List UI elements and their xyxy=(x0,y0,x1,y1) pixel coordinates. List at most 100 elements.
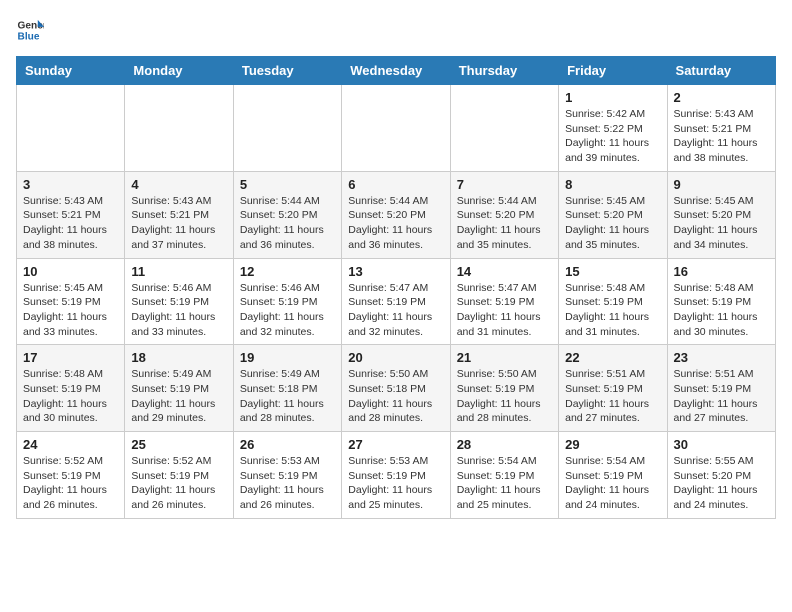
day-info: Sunrise: 5:50 AMSunset: 5:18 PMDaylight:… xyxy=(348,367,443,426)
calendar-cell: 8 Sunrise: 5:45 AMSunset: 5:20 PMDaylight… xyxy=(559,171,667,258)
day-number: 24 xyxy=(23,437,118,452)
calendar-cell: 15 Sunrise: 5:48 AMSunset: 5:19 PMDayligh… xyxy=(559,258,667,345)
day-number: 17 xyxy=(23,350,118,365)
day-number: 25 xyxy=(131,437,226,452)
day-info: Sunrise: 5:54 AMSunset: 5:19 PMDaylight:… xyxy=(457,454,552,513)
calendar-cell xyxy=(342,85,450,172)
day-number: 28 xyxy=(457,437,552,452)
weekday-header-sunday: Sunday xyxy=(17,57,125,85)
calendar-cell: 29 Sunrise: 5:54 AMSunset: 5:19 PMDayligh… xyxy=(559,432,667,519)
day-info: Sunrise: 5:52 AMSunset: 5:19 PMDaylight:… xyxy=(131,454,226,513)
calendar-cell xyxy=(233,85,341,172)
weekday-header-monday: Monday xyxy=(125,57,233,85)
day-number: 29 xyxy=(565,437,660,452)
day-info: Sunrise: 5:48 AMSunset: 5:19 PMDaylight:… xyxy=(674,281,769,340)
day-info: Sunrise: 5:42 AMSunset: 5:22 PMDaylight:… xyxy=(565,107,660,166)
weekday-header-tuesday: Tuesday xyxy=(233,57,341,85)
day-info: Sunrise: 5:49 AMSunset: 5:18 PMDaylight:… xyxy=(240,367,335,426)
day-info: Sunrise: 5:44 AMSunset: 5:20 PMDaylight:… xyxy=(240,194,335,253)
day-number: 26 xyxy=(240,437,335,452)
day-number: 4 xyxy=(131,177,226,192)
day-info: Sunrise: 5:52 AMSunset: 5:19 PMDaylight:… xyxy=(23,454,118,513)
calendar-cell: 22Sunrise: 5:51 AMSunset: 5:19 PMDayligh… xyxy=(559,345,667,432)
day-number: 7 xyxy=(457,177,552,192)
calendar-cell: 17 Sunrise: 5:48 AMSunset: 5:19 PMDayligh… xyxy=(17,345,125,432)
day-info: Sunrise: 5:51 AMSunset: 5:19 PMDaylight:… xyxy=(674,367,769,426)
calendar-week-5: 24 Sunrise: 5:52 AMSunset: 5:19 PMDayligh… xyxy=(17,432,776,519)
day-info: Sunrise: 5:51 AMSunset: 5:19 PMDaylight:… xyxy=(565,367,660,426)
day-number: 10 xyxy=(23,264,118,279)
calendar-cell: 3 Sunrise: 5:43 AMSunset: 5:21 PMDaylight… xyxy=(17,171,125,258)
day-number: 12 xyxy=(240,264,335,279)
logo-icon: General Blue xyxy=(16,16,44,44)
day-info: Sunrise: 5:43 AMSunset: 5:21 PMDaylight:… xyxy=(674,107,769,166)
day-number: 21 xyxy=(457,350,552,365)
day-number: 20 xyxy=(348,350,443,365)
weekday-header-row: SundayMondayTuesdayWednesdayThursdayFrid… xyxy=(17,57,776,85)
day-number: 6 xyxy=(348,177,443,192)
calendar-cell: 12Sunrise: 5:46 AMSunset: 5:19 PMDayligh… xyxy=(233,258,341,345)
weekday-header-saturday: Saturday xyxy=(667,57,775,85)
calendar-cell: 14Sunrise: 5:47 AMSunset: 5:19 PMDayligh… xyxy=(450,258,558,345)
day-number: 15 xyxy=(565,264,660,279)
day-info: Sunrise: 5:43 AMSunset: 5:21 PMDaylight:… xyxy=(131,194,226,253)
calendar-cell: 4 Sunrise: 5:43 AMSunset: 5:21 PMDaylight… xyxy=(125,171,233,258)
calendar-cell: 18 Sunrise: 5:49 AMSunset: 5:19 PMDayligh… xyxy=(125,345,233,432)
calendar-cell: 10 Sunrise: 5:45 AMSunset: 5:19 PMDayligh… xyxy=(17,258,125,345)
calendar-cell: 2 Sunrise: 5:43 AMSunset: 5:21 PMDaylight… xyxy=(667,85,775,172)
day-info: Sunrise: 5:49 AMSunset: 5:19 PMDaylight:… xyxy=(131,367,226,426)
calendar-body: 1 Sunrise: 5:42 AMSunset: 5:22 PMDaylight… xyxy=(17,85,776,519)
weekday-header-thursday: Thursday xyxy=(450,57,558,85)
day-info: Sunrise: 5:48 AMSunset: 5:19 PMDaylight:… xyxy=(565,281,660,340)
day-info: Sunrise: 5:55 AMSunset: 5:20 PMDaylight:… xyxy=(674,454,769,513)
calendar-cell: 13Sunrise: 5:47 AMSunset: 5:19 PMDayligh… xyxy=(342,258,450,345)
calendar-cell: 25 Sunrise: 5:52 AMSunset: 5:19 PMDayligh… xyxy=(125,432,233,519)
day-info: Sunrise: 5:44 AMSunset: 5:20 PMDaylight:… xyxy=(457,194,552,253)
day-number: 27 xyxy=(348,437,443,452)
calendar-cell: 26 Sunrise: 5:53 AMSunset: 5:19 PMDayligh… xyxy=(233,432,341,519)
day-number: 3 xyxy=(23,177,118,192)
calendar-cell: 7 Sunrise: 5:44 AMSunset: 5:20 PMDaylight… xyxy=(450,171,558,258)
logo: General Blue xyxy=(16,16,44,44)
calendar-cell: 24 Sunrise: 5:52 AMSunset: 5:19 PMDayligh… xyxy=(17,432,125,519)
day-info: Sunrise: 5:43 AMSunset: 5:21 PMDaylight:… xyxy=(23,194,118,253)
calendar-cell: 1 Sunrise: 5:42 AMSunset: 5:22 PMDaylight… xyxy=(559,85,667,172)
calendar-cell: 16 Sunrise: 5:48 AMSunset: 5:19 PMDayligh… xyxy=(667,258,775,345)
day-info: Sunrise: 5:44 AMSunset: 5:20 PMDaylight:… xyxy=(348,194,443,253)
day-number: 2 xyxy=(674,90,769,105)
calendar-cell: 5Sunrise: 5:44 AMSunset: 5:20 PMDaylight… xyxy=(233,171,341,258)
day-info: Sunrise: 5:45 AMSunset: 5:20 PMDaylight:… xyxy=(565,194,660,253)
calendar-cell: 27Sunrise: 5:53 AMSunset: 5:19 PMDayligh… xyxy=(342,432,450,519)
day-info: Sunrise: 5:48 AMSunset: 5:19 PMDaylight:… xyxy=(23,367,118,426)
calendar-week-4: 17 Sunrise: 5:48 AMSunset: 5:19 PMDayligh… xyxy=(17,345,776,432)
day-number: 23 xyxy=(674,350,769,365)
day-number: 9 xyxy=(674,177,769,192)
calendar-cell: 11 Sunrise: 5:46 AMSunset: 5:19 PMDayligh… xyxy=(125,258,233,345)
day-number: 11 xyxy=(131,264,226,279)
day-number: 30 xyxy=(674,437,769,452)
day-info: Sunrise: 5:45 AMSunset: 5:19 PMDaylight:… xyxy=(23,281,118,340)
calendar-cell: 9 Sunrise: 5:45 AMSunset: 5:20 PMDaylight… xyxy=(667,171,775,258)
calendar-cell: 23 Sunrise: 5:51 AMSunset: 5:19 PMDayligh… xyxy=(667,345,775,432)
weekday-header-friday: Friday xyxy=(559,57,667,85)
day-info: Sunrise: 5:54 AMSunset: 5:19 PMDaylight:… xyxy=(565,454,660,513)
calendar-cell xyxy=(450,85,558,172)
calendar-cell: 20 Sunrise: 5:50 AMSunset: 5:18 PMDayligh… xyxy=(342,345,450,432)
calendar-week-1: 1 Sunrise: 5:42 AMSunset: 5:22 PMDaylight… xyxy=(17,85,776,172)
day-info: Sunrise: 5:45 AMSunset: 5:20 PMDaylight:… xyxy=(674,194,769,253)
day-info: Sunrise: 5:50 AMSunset: 5:19 PMDaylight:… xyxy=(457,367,552,426)
day-info: Sunrise: 5:47 AMSunset: 5:19 PMDaylight:… xyxy=(348,281,443,340)
day-number: 8 xyxy=(565,177,660,192)
day-info: Sunrise: 5:47 AMSunset: 5:19 PMDaylight:… xyxy=(457,281,552,340)
calendar-cell: 21 Sunrise: 5:50 AMSunset: 5:19 PMDayligh… xyxy=(450,345,558,432)
day-info: Sunrise: 5:46 AMSunset: 5:19 PMDaylight:… xyxy=(131,281,226,340)
day-number: 16 xyxy=(674,264,769,279)
calendar-week-3: 10 Sunrise: 5:45 AMSunset: 5:19 PMDayligh… xyxy=(17,258,776,345)
calendar-week-2: 3 Sunrise: 5:43 AMSunset: 5:21 PMDaylight… xyxy=(17,171,776,258)
day-info: Sunrise: 5:53 AMSunset: 5:19 PMDaylight:… xyxy=(240,454,335,513)
calendar-cell xyxy=(17,85,125,172)
day-number: 1 xyxy=(565,90,660,105)
day-number: 18 xyxy=(131,350,226,365)
calendar-cell: 30 Sunrise: 5:55 AMSunset: 5:20 PMDayligh… xyxy=(667,432,775,519)
calendar-cell xyxy=(125,85,233,172)
